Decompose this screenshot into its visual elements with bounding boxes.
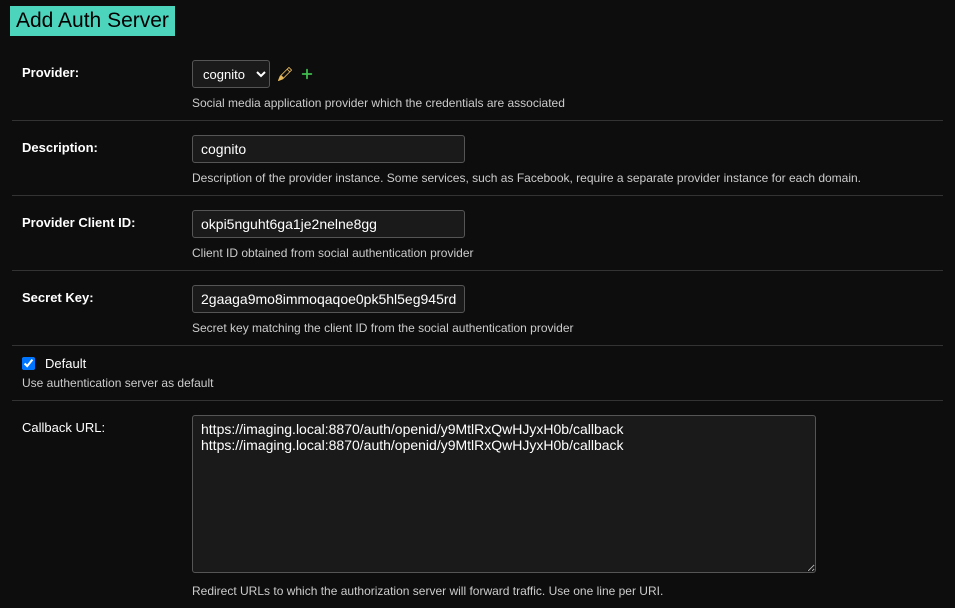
provider-label: Provider: <box>22 60 192 110</box>
client-id-input[interactable] <box>192 210 465 238</box>
page-title: Add Auth Server <box>10 6 175 36</box>
provider-select[interactable]: cognito <box>192 60 270 88</box>
client-id-help: Client ID obtained from social authentic… <box>192 246 933 260</box>
secret-key-row: Secret Key: Secret key matching the clie… <box>12 271 943 346</box>
default-checkbox[interactable] <box>22 357 35 370</box>
callback-url-row: Callback URL: Redirect URLs to which the… <box>12 401 943 608</box>
callback-url-help: Redirect URLs to which the authorization… <box>192 584 933 598</box>
provider-help: Social media application provider which … <box>192 96 933 110</box>
description-label: Description: <box>22 135 192 185</box>
default-help: Use authentication server as default <box>22 376 933 390</box>
auth-server-form: Provider: cognito Social media applicati… <box>0 36 955 608</box>
description-row: Description: Description of the provider… <box>12 121 943 196</box>
client-id-label: Provider Client ID: <box>22 210 192 260</box>
secret-key-input[interactable] <box>192 285 465 313</box>
secret-key-help: Secret key matching the client ID from t… <box>192 321 933 335</box>
add-icon[interactable] <box>300 67 314 81</box>
default-label: Default <box>45 356 86 371</box>
description-help: Description of the provider instance. So… <box>192 171 933 185</box>
description-input[interactable] <box>192 135 465 163</box>
client-id-row: Provider Client ID: Client ID obtained f… <box>12 196 943 271</box>
edit-icon[interactable] <box>278 67 292 81</box>
callback-url-textarea[interactable] <box>192 415 816 573</box>
default-row: Default Use authentication server as def… <box>12 346 943 401</box>
callback-url-label: Callback URL: <box>22 415 192 598</box>
provider-row: Provider: cognito Social media applicati… <box>12 46 943 121</box>
secret-key-label: Secret Key: <box>22 285 192 335</box>
